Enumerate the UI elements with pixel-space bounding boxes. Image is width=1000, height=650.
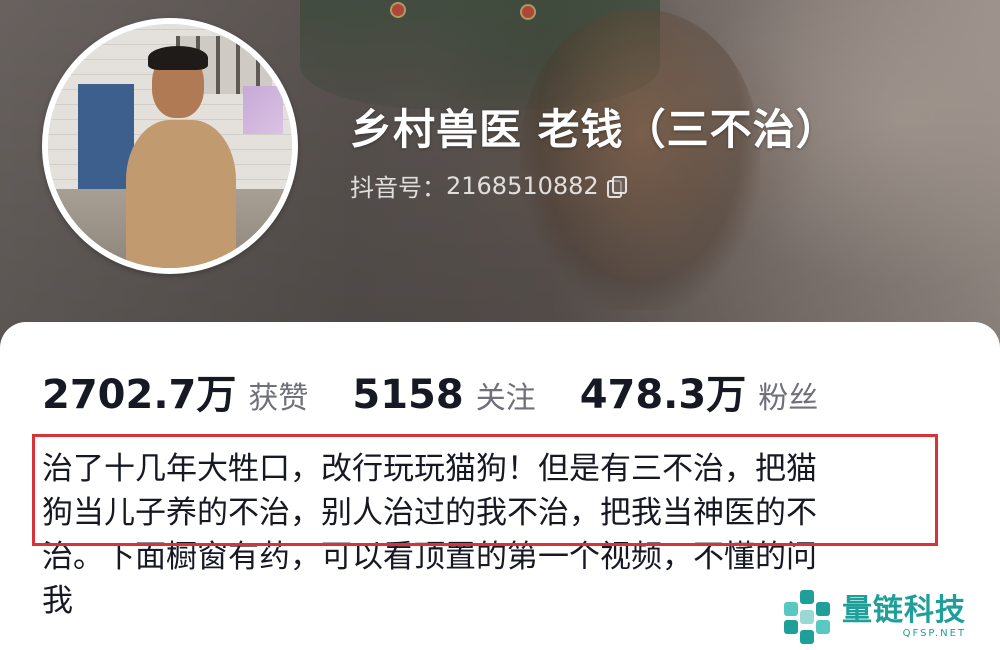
avatar-photo bbox=[48, 24, 292, 268]
bio-line: 治了十几年大牲口，改行玩玩猫狗！但是有三不治，把猫 bbox=[42, 451, 817, 487]
bio-line: 狗当儿子养的不治，别人治过的我不治，把我当神医的不 bbox=[42, 495, 817, 531]
stat-label: 关注 bbox=[475, 381, 536, 416]
stat-label: 粉丝 bbox=[758, 381, 819, 416]
stat-likes[interactable]: 2702.7万 获赞 bbox=[42, 362, 308, 420]
stat-following[interactable]: 5158 关注 bbox=[352, 372, 535, 418]
watermark-url: QFSP.NET bbox=[902, 627, 966, 639]
profile-stats: 2702.7万 获赞 5158 关注 478.3万 粉丝 bbox=[42, 362, 862, 420]
stat-label: 获赞 bbox=[248, 381, 309, 416]
douyin-id-value: 2168510882 bbox=[446, 171, 599, 200]
stat-value: 5158 bbox=[352, 372, 464, 418]
watermark-title: 量链科技 bbox=[842, 592, 966, 628]
watermark-logo-icon bbox=[780, 590, 834, 644]
watermark: 量链科技 QFSP.NET bbox=[780, 590, 966, 644]
profile-banner: 乡村兽医 老钱（三不治） 抖音号： 2168510882 bbox=[0, 0, 1000, 350]
douyin-id-label: 抖音号： bbox=[350, 174, 446, 202]
avatar[interactable] bbox=[42, 18, 298, 274]
copy-icon[interactable] bbox=[606, 175, 627, 198]
bio-line: 治。下面橱窗有药，可以看顶置的第一个视频，不懂的问 bbox=[42, 539, 817, 575]
stat-value: 2702.7万 bbox=[42, 372, 237, 418]
profile-name: 乡村兽医 老钱（三不治） bbox=[350, 105, 839, 154]
stat-followers[interactable]: 478.3万 粉丝 bbox=[580, 362, 819, 420]
stat-value: 478.3万 bbox=[579, 372, 747, 418]
douyin-id[interactable]: 抖音号： 2168510882 bbox=[350, 168, 627, 203]
profile-page: 乡村兽医 老钱（三不治） 抖音号： 2168510882 2702.7万 获赞 … bbox=[0, 0, 1000, 650]
